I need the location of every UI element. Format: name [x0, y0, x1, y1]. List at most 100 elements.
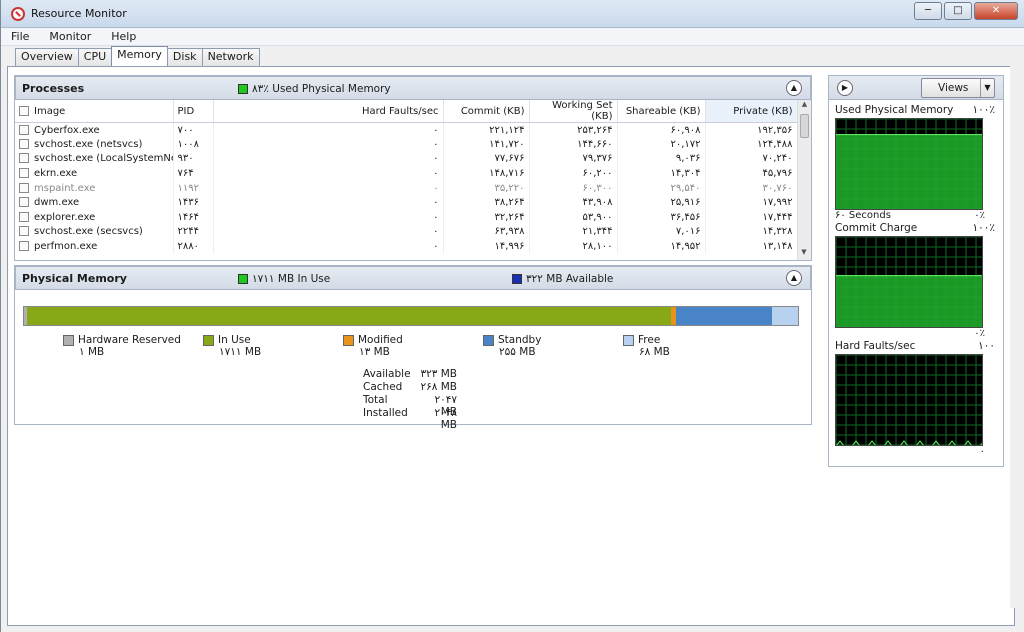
- minimize-button[interactable]: ─: [914, 2, 942, 20]
- process-cell: ۵۳,۹۰۰: [529, 210, 618, 225]
- process-cell: ۰: [213, 224, 444, 240]
- memory-legend-item: Modified ۱۳ MB: [343, 334, 403, 358]
- process-row[interactable]: mspaint.exe ۱۱۹۲ ۰ ۳۵,۲۲۰ ۶۰,۳۰۰ ۲۹,۵۴۰ ۳۰,۷۶۰: [15, 180, 797, 196]
- memory-legend-swatch: [483, 334, 494, 346]
- process-cell: ۲۸,۱۰۰: [529, 239, 618, 254]
- scroll-up-icon[interactable]: ▲: [798, 100, 811, 112]
- process-cell: ۷۶۴: [173, 166, 214, 181]
- memory-bar-standby: [676, 307, 773, 325]
- memory-stat-value: ۳۲۳ MB: [420, 368, 457, 380]
- process-checkbox[interactable]: [19, 124, 29, 135]
- memory-legend-value: ۱۷۱۱ MB: [219, 346, 262, 358]
- memory-legend-item: In Use ۱۷۱۱ MB: [203, 334, 261, 358]
- process-cell: ۰: [213, 137, 444, 152]
- views-dropdown[interactable]: Views ▼: [921, 78, 995, 98]
- graph-title: Hard Faults/sec: [835, 340, 916, 352]
- process-image: dwm.exe: [15, 195, 174, 211]
- process-row[interactable]: svchost.exe (secsvcs) ۲۲۴۴ ۰ ۶۳,۹۳۸ ۲۱,۳۴۴ ۷,…: [15, 224, 797, 240]
- used-memory-legend-swatch: [238, 84, 248, 94]
- process-cell: ۲۲۱,۱۲۴: [443, 122, 530, 138]
- process-checkbox[interactable]: [19, 226, 29, 237]
- expand-panel-button[interactable]: ▶: [837, 80, 853, 96]
- tab-network[interactable]: Network: [201, 48, 260, 66]
- memory-legend: Hardware Reserved ۱ MB In Use ۱۷۱۱ MB Modifi…: [63, 334, 783, 364]
- process-cell: ۰: [213, 151, 444, 167]
- process-row[interactable]: dwm.exe ۱۴۳۶ ۰ ۳۸,۲۶۴ ۴۳,۹۰۸ ۲۵,۹۱۶ ۱۷,۹۹۲: [15, 195, 797, 211]
- process-cell: ۱۴,۳۲۸: [705, 224, 797, 240]
- col-hard-faults[interactable]: Hard Faults/sec: [213, 100, 444, 123]
- memory-legend-label: Standby: [498, 334, 542, 346]
- memory-bar-in-use: [27, 307, 672, 325]
- process-row[interactable]: ekrn.exe ۷۶۴ ۰ ۱۴۸,۷۱۶ ۶۰,۲۰۰ ۱۴,۳۰۴ ۴۵,۷۹۶: [15, 166, 797, 181]
- process-cell: ۳۸,۲۶۴: [443, 195, 530, 211]
- process-cell: ۳۲,۲۶۴: [443, 210, 530, 225]
- col-shareable[interactable]: Shareable (KB): [617, 100, 706, 123]
- process-cell: ۳۵,۲۲۰: [443, 180, 530, 196]
- process-cell: ۱۴,۹۹۶: [443, 239, 530, 254]
- col-pid[interactable]: PID: [173, 100, 214, 123]
- processes-title: Processes: [22, 81, 85, 95]
- process-cell: ۷۷,۶۷۶: [443, 151, 530, 167]
- process-checkbox[interactable]: [19, 153, 29, 164]
- resource-monitor-window: Resource Monitor ─ □ ✕ File Monitor Help…: [0, 0, 1024, 632]
- menu-help[interactable]: Help: [107, 30, 140, 43]
- tab-cpu[interactable]: CPU: [77, 48, 113, 66]
- memory-legend-value: ۲۵۵ MB: [499, 346, 536, 358]
- process-cell: ۳۶,۴۵۶: [617, 210, 706, 225]
- process-cell: ۰: [213, 195, 444, 211]
- process-image: svchost.exe (secsvcs): [15, 224, 174, 240]
- memory-legend-value: ۱ MB: [79, 346, 105, 358]
- collapse-physical-memory-button[interactable]: ▲: [786, 270, 802, 286]
- process-row[interactable]: svchost.exe (netsvcs) ۱۰۰۸ ۰ ۱۴۱,۷۲۰ ۱۴۴,۶۶۰…: [15, 137, 797, 152]
- window-scrollbar[interactable]: [1010, 66, 1022, 608]
- memory-legend-swatch: [343, 334, 354, 346]
- close-button[interactable]: ✕: [974, 2, 1018, 20]
- select-all-checkbox[interactable]: [19, 105, 29, 116]
- processes-header-row: Image PID Hard Faults/sec Commit (KB) Wo…: [15, 100, 797, 123]
- physical-memory-header[interactable]: Physical Memory ۱۷۱۱ MB In Use ۳۲۲ MB Av…: [15, 266, 811, 290]
- process-row[interactable]: svchost.exe (LocalSystemNet...۹۳۰۰۷۷,۶۷۶…: [15, 151, 797, 167]
- col-private[interactable]: Private (KB): [705, 100, 797, 123]
- menu-monitor[interactable]: Monitor: [45, 30, 95, 43]
- process-row[interactable]: perfmon.exe ۲۸۸۰ ۰ ۱۴,۹۹۶ ۲۸,۱۰۰ ۱۴,۹۵۲ ۱۳,۱۴۸: [15, 239, 797, 254]
- process-checkbox[interactable]: [19, 182, 29, 193]
- menu-bar: File Monitor Help: [1, 28, 1024, 46]
- process-checkbox[interactable]: [19, 241, 29, 252]
- process-row[interactable]: explorer.exe ۱۴۶۴ ۰ ۳۲,۲۶۴ ۵۳,۹۰۰ ۳۶,۴۵۶ ۱۷,۴۴…: [15, 210, 797, 225]
- memory-stat-row: Available ۳۲۳ MB: [363, 368, 457, 381]
- process-checkbox[interactable]: [19, 197, 29, 208]
- memory-legend-item: Free ۶۸ MB: [623, 334, 670, 358]
- tab-overview[interactable]: Overview: [15, 48, 79, 66]
- process-cell: ۶۳,۹۳۸: [443, 224, 530, 240]
- process-row[interactable]: Cyberfox.exe ۷۰۰ ۰ ۲۲۱,۱۲۴ ۲۵۳,۲۶۴ ۶۰,۹۰۸ ۱۹۲,…: [15, 122, 797, 138]
- collapse-processes-button[interactable]: ▲: [786, 80, 802, 96]
- process-checkbox[interactable]: [19, 168, 29, 179]
- process-cell: ۷۰,۲۴۰: [705, 151, 797, 167]
- processes-header[interactable]: Processes ۸۳٪ Used Physical Memory ▲: [15, 76, 811, 100]
- watermark-center: ITPro.ir - وب سایت تخصصی فناوری اطلاعات …: [340, 597, 625, 612]
- graph-footer-right: ۰٪: [974, 210, 985, 221]
- physical-memory-title: Physical Memory: [22, 271, 127, 285]
- tab-memory[interactable]: Memory: [111, 46, 168, 66]
- processes-scrollbar[interactable]: ▲ ▼: [797, 100, 811, 260]
- col-image[interactable]: Image: [15, 100, 174, 123]
- memory-stat-label: Available: [363, 368, 411, 380]
- process-checkbox[interactable]: [19, 138, 29, 149]
- chevron-down-icon[interactable]: ▼: [980, 79, 994, 97]
- process-cell: ۰: [213, 210, 444, 225]
- process-image: svchost.exe (LocalSystemNet...: [15, 151, 174, 167]
- process-cell: ۱۷,۹۹۲: [705, 195, 797, 211]
- menu-file[interactable]: File: [7, 30, 33, 43]
- tab-disk[interactable]: Disk: [166, 48, 203, 66]
- process-checkbox[interactable]: [19, 211, 29, 222]
- memory-legend-label: In Use: [218, 334, 251, 346]
- window-title: Resource Monitor: [31, 7, 127, 20]
- col-working-set[interactable]: Working Set (KB): [529, 100, 618, 123]
- scroll-thumb[interactable]: [800, 114, 809, 138]
- memory-legend-item: Standby ۲۵۵ MB: [483, 334, 541, 358]
- resource-monitor-icon: [11, 6, 25, 21]
- maximize-button[interactable]: □: [944, 2, 972, 20]
- scroll-down-icon[interactable]: ▼: [798, 248, 810, 260]
- col-commit[interactable]: Commit (KB): [443, 100, 530, 123]
- graph-footer-right: ۰: [979, 446, 985, 457]
